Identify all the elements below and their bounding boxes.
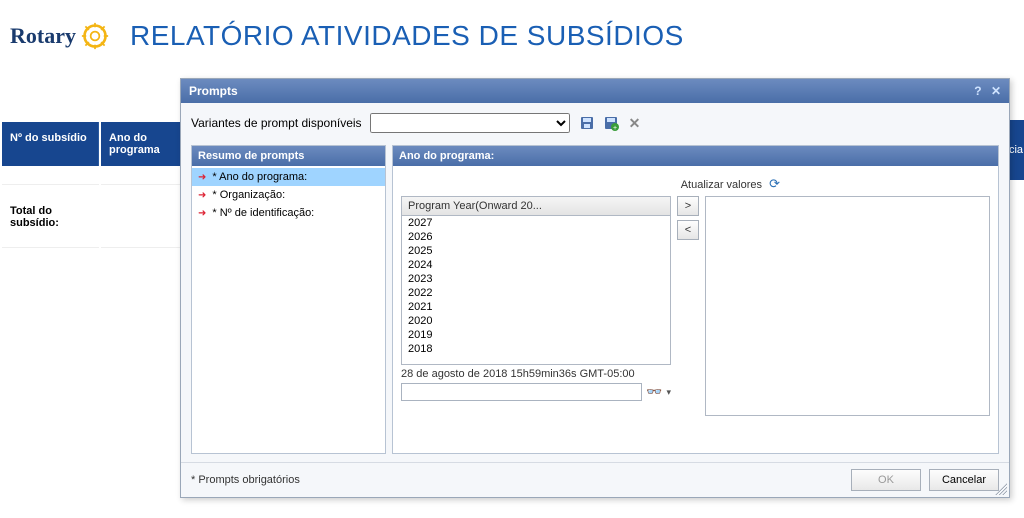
list-item[interactable]: 2022 [402,286,670,300]
page-title: RELATÓRIO ATIVIDADES DE SUBSÍDIOS [130,20,684,52]
prompt-detail-panel: Ano do programa: Atualizar valores ⟳ Pro… [392,145,999,454]
mandatory-note: * Prompts obrigatórios [191,474,300,486]
required-arrow-icon: ➜ [198,190,206,201]
col-partial-right: cia [1008,120,1024,180]
prompt-summary-header: Resumo de prompts [192,146,385,166]
delete-icon[interactable]: ✕ [626,114,644,132]
list-item[interactable]: 2025 [402,244,670,258]
search-input[interactable] [401,383,642,401]
prompt-item[interactable]: ➜ * Organização: [192,186,385,204]
save-icon[interactable] [578,114,596,132]
refresh-timestamp: 28 de agosto de 2018 15h59min36s GMT-05:… [401,365,671,383]
selected-values-list[interactable] [705,196,990,416]
variants-select[interactable] [370,113,570,133]
save-as-icon[interactable]: + [602,114,620,132]
report-table: Nº do subsídio Ano do programa Total do … [0,120,200,250]
list-item[interactable]: 2019 [402,328,670,342]
list-item[interactable]: 2027 [402,216,670,230]
prompts-dialog: Prompts ? ✕ Variantes de prompt disponív… [180,78,1010,498]
close-icon[interactable]: ✕ [991,84,1001,98]
move-right-button[interactable]: > [677,196,699,216]
variants-label: Variantes de prompt disponíveis [191,116,362,130]
prompt-item[interactable]: ➜ * Nº de identificação: [192,204,385,222]
help-icon[interactable]: ? [974,84,981,98]
binoculars-icon[interactable]: 👓 [646,384,662,400]
variants-row: Variantes de prompt disponíveis + ✕ [191,111,999,139]
ok-button[interactable]: OK [851,469,921,491]
prompt-detail-header: Ano do programa: [393,146,998,166]
page-header: Rotary RELATÓRIO ATIVIDADES DE SUBSÍDIOS [0,0,1024,62]
prompt-item[interactable]: ➜ * Ano do programa: [192,168,385,186]
dialog-title: Prompts [189,84,238,98]
prompt-item-label: * Organização: [212,189,285,201]
refresh-icon[interactable]: ⟳ [769,176,780,191]
list-item[interactable]: 2023 [402,272,670,286]
brand-text: Rotary [10,23,76,49]
prompt-list: ➜ * Ano do programa: ➜ * Organização: ➜ * Nº … [192,166,385,453]
list-item[interactable]: 2020 [402,314,670,328]
cancel-button[interactable]: Cancelar [929,469,999,491]
prompt-item-label: * Nº de identificação: [212,207,314,219]
rotary-wheel-icon [80,21,110,51]
refresh-label: Atualizar valores [681,179,762,191]
list-item[interactable]: 2026 [402,230,670,244]
total-label: Total do subsídio: [2,187,99,248]
required-arrow-icon: ➜ [198,208,206,219]
list-item[interactable]: 2018 [402,342,670,356]
move-left-button[interactable]: < [677,220,699,240]
list-item[interactable]: 2021 [402,300,670,314]
list-item[interactable]: 2024 [402,258,670,272]
col-grant-number: Nº do subsídio [2,122,99,166]
prompt-item-label: * Ano do programa: [212,171,307,183]
required-arrow-icon: ➜ [198,172,206,183]
dialog-titlebar[interactable]: Prompts ? ✕ [181,79,1009,103]
resize-grip[interactable] [995,483,1007,495]
svg-text:+: + [613,125,617,131]
search-dropdown-icon[interactable]: ▾ [666,387,671,398]
prompt-summary-panel: Resumo de prompts ➜ * Ano do programa: ➜ * … [191,145,386,454]
available-values-list[interactable]: 2027202620252024202320222021202020192018 [401,215,671,365]
available-list-title: Program Year(Onward 20... [401,196,671,215]
